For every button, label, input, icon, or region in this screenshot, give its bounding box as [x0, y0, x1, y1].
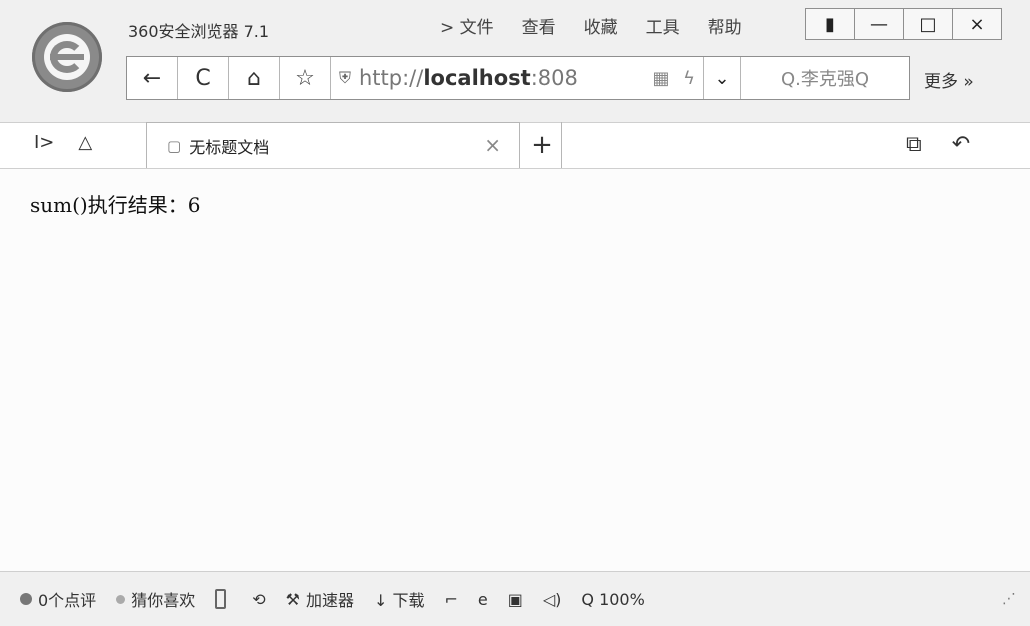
tab-title: 无标题文档 — [189, 138, 270, 157]
ratings-status[interactable]: 0个点评 — [20, 587, 96, 611]
refresh-button[interactable]: C — [178, 57, 229, 99]
speed-mode-icon[interactable]: ϟ — [675, 68, 703, 89]
window-title: 360安全浏览器 7.1 — [128, 22, 270, 41]
sidebar-toggle-icon[interactable]: I> — [34, 132, 54, 153]
url-prefix: http:// — [359, 66, 424, 90]
accelerator-status[interactable]: ⚒ 加速器 — [286, 587, 354, 611]
ratings-text: 0个点评 — [38, 591, 97, 610]
resize-grip-icon[interactable]: ⋰ — [1002, 591, 1016, 607]
zoom-status[interactable]: Q 100% — [581, 590, 644, 609]
navigation-bar: ← C ⌂ ☆ ⛨ http://localhost:808 ▦ ϟ ⌄ Q.李… — [126, 56, 910, 100]
logo-e-bar — [50, 54, 84, 60]
new-tab-button[interactable]: + — [523, 122, 562, 168]
speed-icon: ⟲ — [252, 589, 266, 609]
apple-icon — [20, 593, 32, 605]
maximize-button[interactable]: □ — [904, 8, 953, 40]
speed-status[interactable]: ⟲ — [252, 590, 265, 609]
status-bar: 0个点评 猜你喜欢 ⟲ ⚒ 加速器 ↓ 下载 ⌐ e ▣ ◁) Q 100% ⋰ — [0, 571, 1030, 626]
qr-code-icon[interactable]: ▦ — [647, 68, 675, 89]
window-controls: ▮ — □ × — [805, 8, 1002, 40]
menu-help[interactable]: 帮助 — [708, 13, 742, 38]
address-bar[interactable]: http://localhost:808 — [359, 66, 647, 90]
phone-icon — [215, 589, 227, 609]
zoom-text: Q 100% — [581, 589, 645, 609]
tab-strip-right-icons: ⧉ ↶ — [906, 132, 970, 157]
document-icon: ▢ — [167, 137, 182, 155]
accelerator-text: 加速器 — [305, 591, 354, 610]
close-button[interactable]: × — [953, 8, 1002, 40]
search-box[interactable]: Q.李克强Q — [740, 57, 909, 99]
download-status[interactable]: ↓ 下载 — [374, 587, 425, 611]
menu-file[interactable]: > 文件 — [440, 13, 494, 38]
recommend-dot-icon — [116, 594, 126, 604]
skin-button[interactable]: ▮ — [805, 8, 855, 40]
window-status[interactable]: ▣ — [508, 590, 523, 609]
back-button[interactable]: ← — [127, 57, 178, 99]
browser-logo-icon — [32, 22, 102, 92]
undo-icon[interactable]: ↶ — [952, 132, 970, 157]
result-text: sum()执行结果：6 — [30, 193, 201, 217]
menu-view[interactable]: 查看 — [522, 13, 556, 38]
url-suffix: :808 — [530, 66, 578, 90]
flag-status[interactable]: ⌐ — [444, 590, 457, 609]
sound-icon: ◁) — [542, 589, 562, 609]
sound-status[interactable]: ◁) — [543, 590, 562, 609]
ie-icon: e — [477, 589, 488, 609]
window-icon: ▣ — [507, 589, 523, 609]
browser-window: 360安全浏览器 7.1 > 文件 查看 收藏 工具 帮助 ▮ — □ × ← … — [0, 0, 1030, 626]
active-tab[interactable]: ▢ 无标题文档 × — [146, 122, 520, 169]
page-content: sum()执行结果：6 — [0, 168, 1030, 571]
flag-icon: ⌐ — [444, 589, 458, 609]
address-dropdown-button[interactable]: ⌄ — [703, 57, 740, 99]
favorite-button[interactable]: ☆ — [280, 57, 331, 99]
more-menu-button[interactable]: 更多 » — [924, 67, 974, 92]
tab-close-icon[interactable]: × — [484, 133, 501, 157]
menu-favorites[interactable]: 收藏 — [584, 13, 618, 38]
menu-tools[interactable]: 工具 — [646, 13, 680, 38]
accelerator-icon: ⚒ — [285, 589, 300, 609]
guess-text: 猜你喜欢 — [131, 591, 196, 610]
security-shield-icon: ⛨ — [338, 68, 351, 87]
tab-strip-left-icons: I> △ — [34, 132, 92, 153]
mobile-status[interactable] — [215, 589, 232, 609]
top-bar: 360安全浏览器 7.1 > 文件 查看 收藏 工具 帮助 ▮ — □ × ← … — [0, 0, 1030, 123]
ie-status[interactable]: e — [478, 590, 488, 609]
home-button[interactable]: ⌂ — [229, 57, 280, 99]
guess-status[interactable]: 猜你喜欢 — [116, 587, 195, 611]
cloud-icon[interactable]: △ — [78, 132, 92, 153]
restore-tabs-icon[interactable]: ⧉ — [906, 132, 922, 157]
minimize-button[interactable]: — — [855, 8, 904, 40]
download-text: ↓ 下载 — [373, 591, 425, 610]
main-menu: > 文件 查看 收藏 工具 帮助 — [440, 13, 742, 38]
url-host: localhost — [423, 66, 531, 90]
